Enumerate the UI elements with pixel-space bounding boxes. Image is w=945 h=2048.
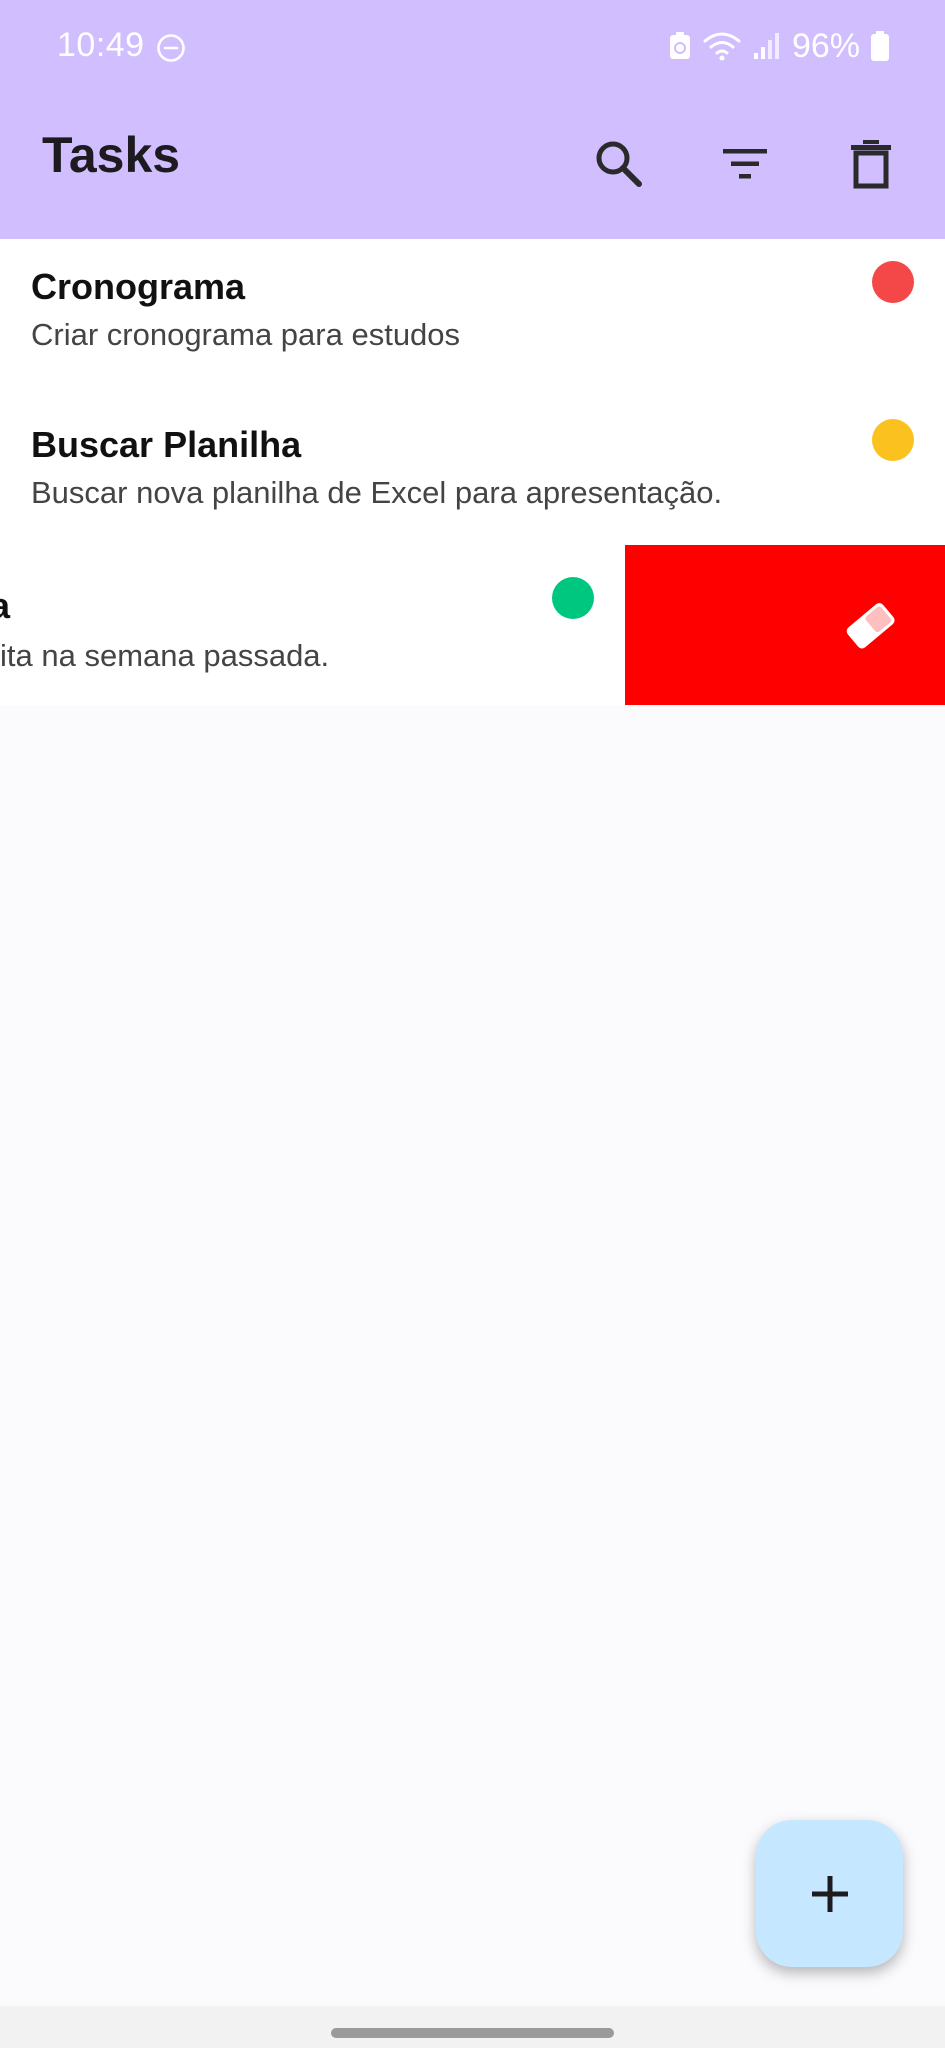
app-bar: Tasks	[0, 96, 945, 239]
battery-saver-icon	[669, 32, 690, 59]
battery-percent: 96%	[791, 26, 860, 65]
task-description: ita na semana passada.	[0, 638, 330, 673]
task-list: Cronograma Criar cronograma para estudos…	[0, 239, 945, 705]
status-bar: 10:49 96%	[0, 0, 945, 96]
navigation-bar	[0, 2006, 945, 2048]
task-title: Cronograma	[31, 266, 246, 307]
task-description: Buscar nova planilha de Excel para apres…	[31, 475, 723, 510]
signal-icon	[753, 33, 779, 59]
search-button[interactable]	[575, 120, 663, 208]
swiped-task-row[interactable]: a ita na semana passada.	[0, 545, 945, 705]
home-indicator[interactable]	[331, 2028, 614, 2038]
wifi-icon	[703, 32, 741, 61]
task-description: Criar cronograma para estudos	[31, 317, 461, 352]
do-not-disturb-icon	[157, 34, 185, 62]
priority-indicator	[552, 577, 594, 619]
eraser-icon	[846, 603, 895, 649]
search-icon	[596, 141, 642, 187]
add-task-button[interactable]	[756, 1820, 903, 1967]
add-icon	[811, 1875, 848, 1912]
task-item-buscar-planilha[interactable]: Buscar Planilha Buscar nova planilha de …	[0, 397, 945, 555]
task-item-swiped[interactable]: a ita na semana passada.	[0, 545, 625, 705]
delete-all-button[interactable]	[827, 120, 915, 208]
battery-icon	[871, 31, 889, 61]
status-icons: 96%	[668, 26, 890, 66]
status-time: 10:49	[57, 26, 145, 64]
filter-icon	[723, 149, 767, 179]
filter-button[interactable]	[701, 120, 789, 208]
task-title: a	[0, 585, 11, 626]
page-title: Tasks	[42, 127, 181, 183]
priority-indicator	[872, 419, 914, 461]
priority-indicator	[872, 261, 914, 303]
task-title: Buscar Planilha	[31, 424, 302, 465]
swipe-delete-action[interactable]	[625, 545, 945, 705]
task-item-cronograma[interactable]: Cronograma Criar cronograma para estudos	[0, 239, 945, 397]
delete-all-icon	[851, 140, 891, 189]
